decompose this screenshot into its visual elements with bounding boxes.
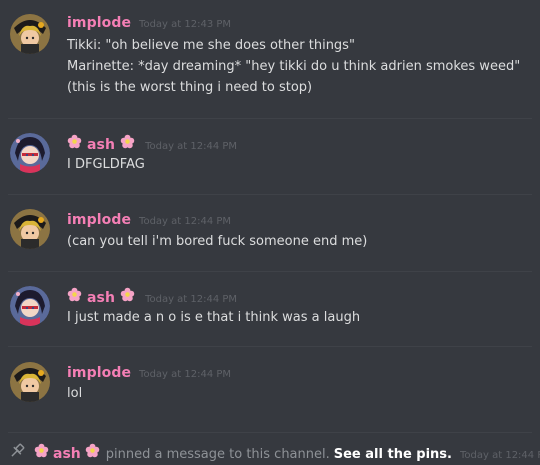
flower-icon bbox=[120, 134, 135, 149]
ash-avatar-icon bbox=[10, 286, 50, 326]
message-text: (this is the worst thing i need to stop) bbox=[67, 80, 313, 95]
message-text: Marinette: *day dreaming* "hey tikki do … bbox=[67, 59, 521, 74]
message-text: lol bbox=[67, 386, 83, 401]
see-all-pins-link[interactable]: See all the pins. bbox=[334, 447, 452, 463]
username[interactable]: ash bbox=[87, 289, 115, 307]
timestamp: Today at 12:44 PM bbox=[139, 216, 232, 227]
username[interactable]: ash bbox=[87, 136, 115, 154]
message-group: implode Today at 12:43 PM Tikki: "oh bel… bbox=[0, 0, 540, 118]
message-text: I just made a n o is e that i think was … bbox=[67, 310, 361, 325]
message-header: implode Today at 12:44 PM bbox=[67, 364, 231, 384]
message-text: (can you tell i'm bored fuck someone end… bbox=[67, 234, 368, 249]
avatar[interactable] bbox=[10, 14, 50, 54]
username[interactable]: ash bbox=[53, 446, 81, 462]
timestamp: Today at 12:44 PM bbox=[145, 141, 238, 152]
message-header: ash Today at 12:44 PM bbox=[67, 287, 237, 309]
ash-avatar-icon bbox=[10, 133, 50, 173]
flower-icon bbox=[85, 443, 100, 458]
message-group: ash Today at 12:44 PM I DFGLDFAG bbox=[0, 118, 540, 196]
implode-avatar-icon bbox=[10, 362, 50, 402]
pin-notice: ash pinned a message to this channel. Se… bbox=[0, 440, 540, 462]
timestamp: Today at 12:44 PM bbox=[139, 369, 232, 380]
message-group: implode Today at 12:44 PM lol bbox=[0, 347, 540, 433]
implode-avatar-icon bbox=[10, 14, 50, 54]
message-divider bbox=[8, 432, 532, 433]
flower-icon bbox=[67, 287, 82, 302]
flower-icon bbox=[34, 443, 49, 458]
message-group: ash Today at 12:44 PM I just made a n o … bbox=[0, 272, 540, 346]
pin-message: ash pinned a message to this channel. Se… bbox=[34, 443, 540, 464]
message-header: implode Today at 12:43 PM bbox=[67, 14, 231, 34]
message-text: I DFGLDFAG bbox=[67, 157, 145, 172]
flower-icon bbox=[67, 134, 82, 149]
username[interactable]: implode bbox=[67, 211, 131, 229]
implode-avatar-icon bbox=[10, 209, 50, 249]
message-header: implode Today at 12:44 PM bbox=[67, 211, 231, 231]
message-header: ash Today at 12:44 PM bbox=[67, 134, 237, 156]
avatar[interactable] bbox=[10, 209, 50, 249]
username[interactable]: implode bbox=[67, 14, 131, 32]
message-group: implode Today at 12:44 PM (can you tell … bbox=[0, 195, 540, 272]
avatar[interactable] bbox=[10, 286, 50, 326]
timestamp: Today at 12:44 PM bbox=[145, 294, 238, 305]
username[interactable]: implode bbox=[67, 364, 131, 382]
flower-icon bbox=[120, 287, 135, 302]
avatar[interactable] bbox=[10, 133, 50, 173]
timestamp: Today at 12:43 PM bbox=[139, 19, 232, 30]
pin-text: pinned a message to this channel. bbox=[105, 447, 330, 462]
message-text: Tikki: "oh believe me she does other thi… bbox=[67, 38, 355, 53]
timestamp: Today at 12:44 PM bbox=[460, 450, 540, 461]
pin-icon bbox=[8, 442, 26, 460]
avatar[interactable] bbox=[10, 362, 50, 402]
chat-messages: implode Today at 12:43 PM Tikki: "oh bel… bbox=[0, 0, 540, 465]
